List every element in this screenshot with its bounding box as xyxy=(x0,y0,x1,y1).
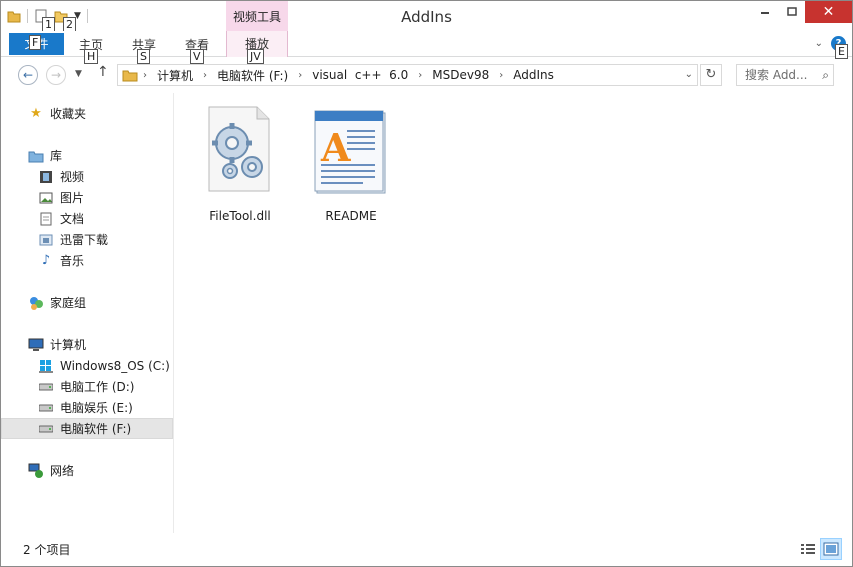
chevron-right-icon[interactable]: › xyxy=(499,70,503,81)
maximize-icon xyxy=(786,7,797,16)
search-placeholder: 搜索 Add... xyxy=(745,68,808,82)
nav-drive-f-label: 电脑软件 (F:) xyxy=(60,422,132,436)
nav-documents-label: 文档 xyxy=(60,212,85,226)
nav-computer[interactable]: 计算机 xyxy=(1,334,173,355)
windows-drive-icon xyxy=(38,358,54,374)
nav-libraries[interactable]: 库 xyxy=(1,145,173,166)
hard-drive-icon xyxy=(38,400,54,416)
nav-favorites-label: 收藏夹 xyxy=(50,107,87,121)
library-icon xyxy=(28,148,44,164)
nav-documents[interactable]: 文档 xyxy=(1,208,173,229)
navigation-bar: ← → ▼ ↑ › 计算机 › 电脑软件 (F:) › visual c++ 6… xyxy=(1,59,852,91)
refresh-button[interactable]: ↻ xyxy=(700,64,722,86)
maximize-button[interactable] xyxy=(778,1,805,23)
file-item-filetool-dll[interactable]: FileTool.dll xyxy=(192,105,288,223)
breadcrumb-addins[interactable]: AddIns xyxy=(513,68,554,82)
nav-drive-e[interactable]: 电脑娱乐 (E:) xyxy=(1,397,173,418)
chevron-right-icon[interactable]: › xyxy=(298,70,302,81)
nav-music[interactable]: ♪ 音乐 xyxy=(1,250,173,271)
hard-drive-icon xyxy=(38,421,54,437)
nav-drive-f[interactable]: 电脑软件 (F:) xyxy=(1,418,173,439)
nav-favorites[interactable]: ★ 收藏夹 xyxy=(1,103,173,124)
window-title: AddIns xyxy=(401,8,452,26)
picture-icon xyxy=(38,190,54,206)
forward-arrow-icon: → xyxy=(50,68,62,82)
nav-network[interactable]: 网络 xyxy=(1,460,173,481)
homegroup-icon xyxy=(28,295,44,311)
nav-homegroup-label: 家庭组 xyxy=(50,296,87,310)
nav-drive-e-label: 电脑娱乐 (E:) xyxy=(60,401,133,415)
minimize-icon xyxy=(760,12,769,14)
music-note-icon: ♪ xyxy=(41,253,51,268)
nav-network-label: 网络 xyxy=(50,464,75,478)
status-bar: 2 个项目 xyxy=(1,534,852,566)
nav-libraries-label: 库 xyxy=(50,149,63,163)
nav-videos[interactable]: 视频 xyxy=(1,166,173,187)
dll-gear-icon xyxy=(192,105,288,201)
computer-icon xyxy=(28,337,44,353)
nav-xunlei-downloads[interactable]: 迅雷下载 xyxy=(1,229,173,250)
svg-text:A: A xyxy=(320,125,351,170)
title-bar: ▼ 1 2 视频工具 AddIns ✕ xyxy=(1,1,852,32)
breadcrumb-computer[interactable]: 计算机 xyxy=(157,67,193,84)
details-view-button[interactable] xyxy=(797,538,819,560)
chevron-right-icon[interactable]: › xyxy=(203,70,207,81)
file-name: README xyxy=(325,209,377,223)
address-dropdown-icon[interactable]: ⌄ xyxy=(685,69,693,80)
download-library-icon xyxy=(38,232,54,248)
large-icons-view-button[interactable] xyxy=(820,538,842,560)
search-icon[interactable]: ⌕ xyxy=(822,65,829,85)
large-icons-view-icon xyxy=(823,542,839,556)
nav-homegroup[interactable]: 家庭组 xyxy=(1,292,173,313)
star-icon: ★ xyxy=(30,106,42,121)
nav-drive-c[interactable]: Windows8_OS (C:) xyxy=(1,355,173,376)
chevron-right-icon[interactable]: › xyxy=(418,70,422,81)
document-icon xyxy=(38,211,54,227)
folder-icon xyxy=(122,68,138,82)
keytip-help: E xyxy=(835,44,848,59)
nav-computer-label: 计算机 xyxy=(50,338,87,352)
breadcrumb-drive-f[interactable]: 电脑软件 (F:) xyxy=(217,67,288,84)
nav-pictures[interactable]: 图片 xyxy=(1,187,173,208)
nav-drive-c-label: Windows8_OS (C:) xyxy=(60,358,170,373)
file-list: FileTool.dll A README xyxy=(176,93,852,533)
search-box[interactable]: 搜索 Add... ⌕ xyxy=(736,64,834,86)
explorer-window: ▼ 1 2 视频工具 AddIns ✕ 文件 主页 共享 查看 播放 F H S… xyxy=(0,0,853,567)
chevron-right-icon[interactable]: › xyxy=(143,70,147,81)
forward-button[interactable]: → xyxy=(46,65,66,85)
window-controls: ✕ xyxy=(751,1,852,23)
close-icon: ✕ xyxy=(822,4,835,20)
nav-drive-d-label: 电脑工作 (D:) xyxy=(60,380,135,394)
nav-xunlei-label: 迅雷下载 xyxy=(60,233,109,247)
file-name: FileTool.dll xyxy=(209,209,271,223)
close-button[interactable]: ✕ xyxy=(805,1,852,23)
hard-drive-icon xyxy=(38,379,54,395)
navigation-pane: ★ 收藏夹 库 视频 图片 文档 迅雷下载 ♪ 音乐 家庭组 计算机 Windo… xyxy=(1,93,174,533)
breadcrumb-msdev98[interactable]: MSDev98 xyxy=(432,68,489,82)
back-button[interactable]: ← xyxy=(18,65,38,85)
recent-locations-icon[interactable]: ▼ xyxy=(75,69,82,79)
back-arrow-icon: ← xyxy=(22,68,34,82)
nav-music-label: 音乐 xyxy=(60,254,85,268)
video-icon xyxy=(38,169,54,185)
network-icon xyxy=(28,463,44,479)
nav-videos-label: 视频 xyxy=(60,170,85,184)
breadcrumb-visual-cpp[interactable]: visual c++ 6.0 xyxy=(312,68,408,82)
wordpad-document-icon: A xyxy=(303,105,399,201)
address-bar[interactable]: › 计算机 › 电脑软件 (F:) › visual c++ 6.0 › MSD… xyxy=(117,64,698,86)
nav-drive-d[interactable]: 电脑工作 (D:) xyxy=(1,376,173,397)
item-count: 2 个项目 xyxy=(23,543,71,557)
up-arrow-icon[interactable]: ↑ xyxy=(97,64,109,80)
minimize-button[interactable] xyxy=(751,1,778,23)
details-view-icon xyxy=(801,544,815,554)
file-item-readme[interactable]: A README xyxy=(303,105,399,223)
ribbon-tabs: 文件 主页 共享 查看 播放 F H S V JV ⌄ ? E xyxy=(1,31,852,64)
keytip-file: F xyxy=(29,35,42,50)
nav-pictures-label: 图片 xyxy=(60,191,85,205)
refresh-icon: ↻ xyxy=(705,67,717,82)
expand-ribbon-icon[interactable]: ⌄ xyxy=(815,38,823,49)
